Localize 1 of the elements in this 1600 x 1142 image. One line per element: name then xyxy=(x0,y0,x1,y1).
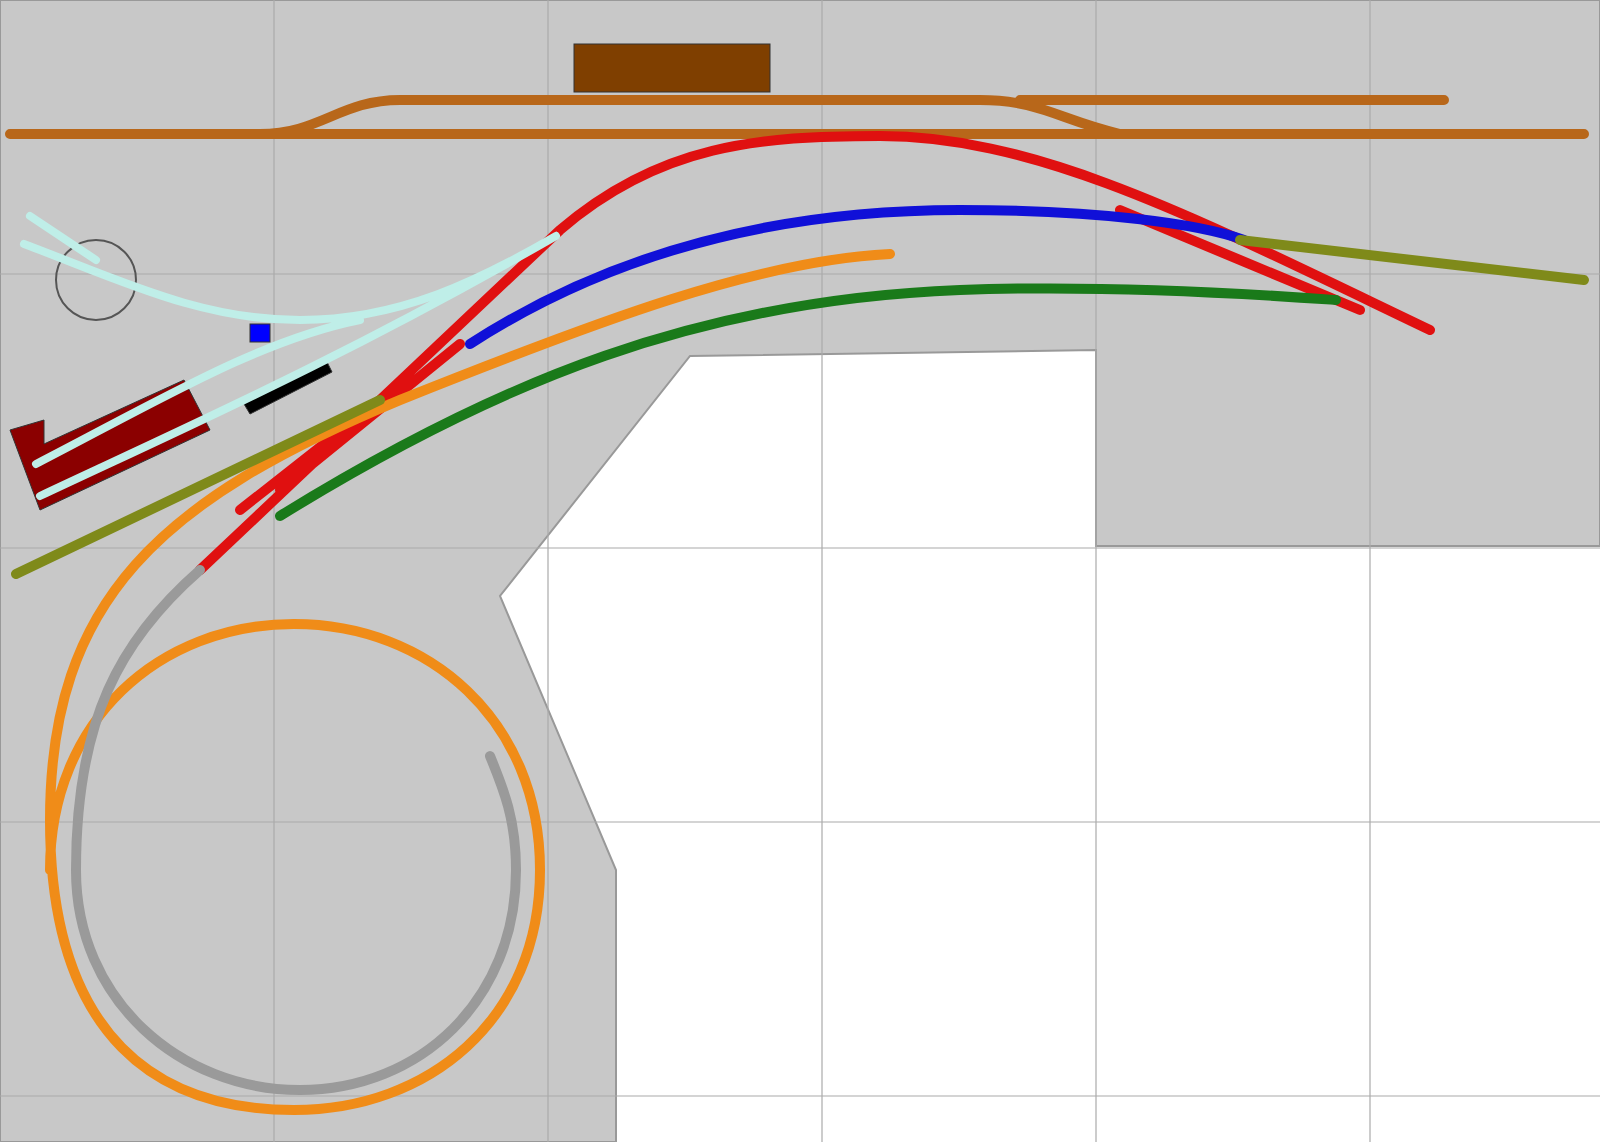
turntable xyxy=(55,239,137,321)
